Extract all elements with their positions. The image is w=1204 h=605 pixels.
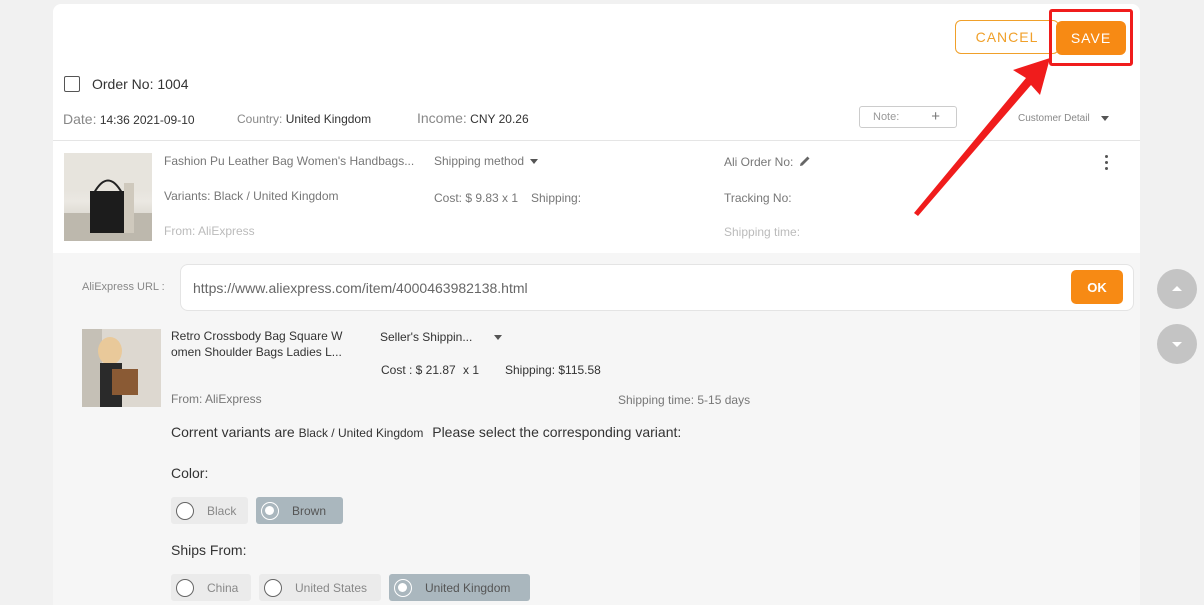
shipping-time: Shipping time: <box>724 225 801 239</box>
ships-from-label: Ships From: <box>171 542 247 558</box>
kebab-menu-icon[interactable] <box>1105 155 1109 173</box>
variant-suffix: Please select the corresponding variant: <box>432 424 682 440</box>
order-select-checkbox[interactable] <box>64 76 80 92</box>
order-number-title: Order No: 1004 <box>92 76 189 92</box>
date-value: 14:36 2021-09-10 <box>99 113 195 127</box>
radio-icon <box>394 578 412 597</box>
ships-from-option-label: China <box>207 580 239 595</box>
aliexpress-qty: x 1 <box>463 363 480 377</box>
ali-order-no: Ali Order No: <box>724 155 811 169</box>
scroll-down-button[interactable] <box>1157 324 1197 364</box>
ships-from-option-label: United Kingdom <box>425 580 511 595</box>
aliexpress-item-title-line1[interactable]: Retro Crossbody Bag Square W <box>171 329 342 343</box>
order-country: Country: United Kingdom <box>237 112 371 126</box>
variant-prefix: Corrent variants are <box>171 424 295 440</box>
country-label: Country: <box>237 112 283 126</box>
income-value: CNY 20.26 <box>470 112 529 126</box>
date-label: Date: <box>63 111 97 127</box>
aliexpress-cost: Cost : $ 21.87 <box>381 363 456 377</box>
order-income: Income: CNY 20.26 <box>417 110 529 126</box>
product-name[interactable]: Fashion Pu Leather Bag Women's Handbags.… <box>164 154 414 168</box>
radio-icon <box>264 578 282 597</box>
caret-down-icon <box>1101 115 1110 121</box>
product-cost: Cost: $ 9.83 x 1 <box>434 191 519 205</box>
ships-from-option-label: United States <box>295 580 368 595</box>
tracking-no: Tracking No: <box>724 191 792 205</box>
product-image <box>64 153 152 241</box>
seller-shipping-label: Seller's Shippin... <box>380 330 473 344</box>
current-variant: Black / United Kingdom <box>298 426 424 440</box>
save-highlight-box <box>1049 9 1133 66</box>
aliexpress-product-image <box>82 329 161 407</box>
aliexpress-url-input[interactable]: https://www.aliexpress.com/item/40004639… <box>180 264 1134 311</box>
product-source: From: AliExpress <box>164 224 255 238</box>
income-label: Income: <box>417 110 467 126</box>
radio-icon <box>176 501 194 520</box>
aliexpress-shipping: Shipping: $115.58 <box>505 363 601 377</box>
annotation-arrow-icon <box>914 58 1050 216</box>
scroll-down-icon <box>1172 342 1182 347</box>
radio-icon <box>261 501 279 520</box>
radio-icon <box>176 578 194 597</box>
aliexpress-shipping-time: Shipping time: 5-15 days <box>618 393 751 407</box>
color-label: Color: <box>171 465 209 481</box>
aliexpress-url-label: AliExpress URL : <box>82 281 165 293</box>
product-variants: Variants: Black / United Kingdom <box>164 189 339 203</box>
color-option-brown[interactable]: Brown <box>256 497 343 524</box>
color-option-label: Black <box>207 503 237 518</box>
order-date: Date: 14:36 2021-09-10 <box>63 111 195 127</box>
seller-shipping-dropdown[interactable]: Seller's Shippin... <box>380 330 503 344</box>
aliexpress-url-value: https://www.aliexpress.com/item/40004639… <box>193 279 528 296</box>
scroll-up-button[interactable] <box>1157 269 1197 309</box>
ships-from-option-china[interactable]: China <box>171 574 251 601</box>
variant-instruction: Corrent variants are Black / United King… <box>171 424 681 440</box>
note-placeholder: Note: <box>873 111 900 123</box>
ships-from-option-united-states[interactable]: United States <box>259 574 381 601</box>
color-option-black[interactable]: Black <box>171 497 248 524</box>
color-option-label: Brown <box>292 503 327 518</box>
cancel-button[interactable]: CANCEL <box>955 20 1059 54</box>
scroll-up-icon <box>1172 286 1182 291</box>
ok-button[interactable]: OK <box>1071 270 1123 304</box>
shipping-method-dropdown[interactable]: Shipping method <box>434 154 539 168</box>
pencil-icon[interactable] <box>799 155 811 167</box>
country-value: United Kingdom <box>285 112 372 126</box>
ships-from-option-united-kingdom[interactable]: United Kingdom <box>389 574 530 601</box>
caret-down-icon <box>530 159 539 165</box>
shipping-method-label: Shipping method <box>434 154 525 168</box>
product-shipping: Shipping: <box>531 191 582 205</box>
caret-down-icon <box>494 335 503 341</box>
ali-order-no-label: Ali Order No: <box>724 155 794 169</box>
aliexpress-item-source: From: AliExpress <box>171 392 262 406</box>
aliexpress-item-title-line2[interactable]: omen Shoulder Bags Ladies L... <box>171 345 342 359</box>
